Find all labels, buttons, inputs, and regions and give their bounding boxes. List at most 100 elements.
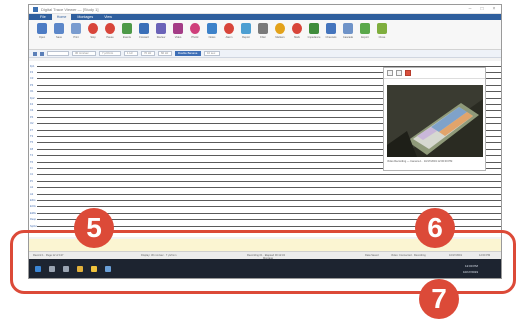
channel-label[interactable]: F8 xyxy=(29,148,37,151)
display-settings-bar: 30 mm/sec 7 µV/mm 1 Hz 70 Hz 60 Hz Double Ban… xyxy=(29,50,501,58)
channel-trace: EKG xyxy=(29,197,501,203)
trace-line xyxy=(37,199,501,201)
display-setting-field[interactable]: 10 sec xyxy=(204,51,220,56)
display-setting-field[interactable]: 30 mm/sec xyxy=(72,51,96,56)
ribbon-button-mark[interactable]: Mark xyxy=(290,22,304,48)
ribbon-button-label: Review xyxy=(156,36,166,39)
page-back-icon[interactable] xyxy=(33,51,37,56)
play-icon[interactable] xyxy=(387,70,393,76)
channel-label[interactable]: T3 xyxy=(29,135,37,138)
camera-settings-icon[interactable] xyxy=(396,70,402,76)
ribbon-button-photic[interactable]: Photic xyxy=(188,22,202,48)
ribbon-button-label: Report xyxy=(242,36,250,39)
video-toolbar xyxy=(384,68,485,79)
channel-label[interactable]: Fz xyxy=(29,167,37,170)
ribbon-button-stop[interactable]: Stop xyxy=(86,22,100,48)
channel-label[interactable]: F4 xyxy=(29,103,37,106)
title-bar: Digital Trace Viewer — [Study 1] – □ × xyxy=(29,5,501,14)
ribbon-button-close[interactable]: Close xyxy=(375,22,389,48)
channel-label[interactable]: Pz xyxy=(29,180,37,183)
ribbon-button-report[interactable]: Report xyxy=(239,22,253,48)
channel-label[interactable]: Resp xyxy=(29,218,37,221)
ribbon-button-cascade[interactable]: Cascade xyxy=(341,22,355,48)
channel-label[interactable]: C3 xyxy=(29,77,37,80)
ribbon-button-label: Save xyxy=(56,36,62,39)
ribbon-button-label: Alarm xyxy=(225,36,233,39)
ribbon-button-video[interactable]: Video xyxy=(171,22,185,48)
save-icon xyxy=(54,23,64,34)
ribbon-button-label: Open xyxy=(38,36,46,39)
channel-label[interactable]: P4 xyxy=(29,116,37,119)
menu-home[interactable]: Home xyxy=(51,14,72,20)
ribbon-button-events[interactable]: Events xyxy=(120,22,134,48)
channel-label[interactable]: EMG xyxy=(29,212,37,215)
minimize-icon[interactable]: – xyxy=(467,6,473,12)
menu-file[interactable]: File xyxy=(35,14,51,20)
close-icon[interactable]: × xyxy=(491,6,497,12)
channel-trace: Pz xyxy=(29,178,501,184)
trace-line xyxy=(37,174,501,176)
channel-label[interactable]: EKG xyxy=(29,199,37,202)
ribbon-button-save[interactable]: Save xyxy=(52,22,66,48)
channel-label[interactable]: T6 xyxy=(29,161,37,164)
menu-montages[interactable]: Montages xyxy=(72,14,98,20)
ribbon-button-forward[interactable]: Forward xyxy=(137,22,151,48)
channel-label[interactable]: T5 xyxy=(29,141,37,144)
ribbon-button-impedance[interactable]: Impedance xyxy=(307,22,321,48)
ribbon-button-channels[interactable]: Channels xyxy=(324,22,338,48)
display-setting-field[interactable]: 60 Hz xyxy=(158,51,172,56)
ribbon-button-label: Events xyxy=(123,36,131,39)
display-setting-field[interactable]: 70 Hz xyxy=(141,51,155,56)
display-setting-field[interactable] xyxy=(47,51,69,56)
callout-badge-5: 5 xyxy=(74,208,114,248)
ribbon-button-markers[interactable]: Markers xyxy=(273,22,287,48)
ribbon-button-label: Mark xyxy=(294,36,300,39)
display-setting-field[interactable]: 7 µV/mm xyxy=(99,51,121,56)
channel-trace: Cz xyxy=(29,172,501,178)
channels-icon xyxy=(326,23,336,34)
window-controls: – □ × xyxy=(467,6,497,12)
channel-label[interactable]: Cz xyxy=(29,173,37,176)
ribbon-button-alarm[interactable]: Alarm xyxy=(222,22,236,48)
events-icon xyxy=(122,23,132,34)
video-caption: Video Recording — Camera 1 · 10/17/2019 … xyxy=(387,160,453,163)
channel-label[interactable]: Fp1 xyxy=(29,65,37,68)
page-forward-icon[interactable] xyxy=(40,51,44,56)
channel-label[interactable]: SpO2 xyxy=(29,225,37,228)
ribbon-button-label: Close xyxy=(378,36,386,39)
channel-label[interactable]: P3 xyxy=(29,84,37,87)
channel-label[interactable]: O1 xyxy=(29,90,37,93)
channel-label[interactable]: O2 xyxy=(29,122,37,125)
channel-label[interactable]: F7 xyxy=(29,129,37,132)
ribbon-button-label: Cascade xyxy=(342,36,354,39)
channel-label[interactable]: EOG xyxy=(29,205,37,208)
trace-line xyxy=(37,193,501,195)
video-panel: Video Recording — Camera 1 · 10/17/2019 … xyxy=(383,67,486,171)
impedance-icon xyxy=(309,23,319,34)
ribbon-button-open[interactable]: Open xyxy=(35,22,49,48)
keyboard-video-image xyxy=(387,85,483,157)
stop-icon xyxy=(88,23,98,34)
markers-icon xyxy=(275,23,285,34)
channel-label[interactable]: T4 xyxy=(29,154,37,157)
pause-icon xyxy=(105,23,115,34)
cascade-icon xyxy=(343,23,353,34)
print-icon xyxy=(71,23,81,34)
channel-trace: A1 xyxy=(29,185,501,191)
ribbon-button-export[interactable]: Export xyxy=(358,22,372,48)
ribbon-button-filter[interactable]: Filter xyxy=(256,22,270,48)
maximize-icon[interactable]: □ xyxy=(479,6,485,12)
menu-view[interactable]: View xyxy=(99,14,117,20)
channel-label[interactable]: F3 xyxy=(29,71,37,74)
channel-label[interactable]: Fp2 xyxy=(29,97,37,100)
ribbon-button-notes[interactable]: Notes xyxy=(205,22,219,48)
ribbon-button-pause[interactable]: Pause xyxy=(103,22,117,48)
ribbon-button-print[interactable]: Print xyxy=(69,22,83,48)
display-setting-field[interactable]: 1 Hz xyxy=(124,51,138,56)
record-icon[interactable] xyxy=(405,70,411,76)
channel-label[interactable]: A1 xyxy=(29,186,37,189)
channel-label[interactable]: A2 xyxy=(29,193,37,196)
channel-label[interactable]: C4 xyxy=(29,109,37,112)
ribbon-button-review[interactable]: Review xyxy=(154,22,168,48)
display-setting-field[interactable]: Double Banana xyxy=(175,51,201,56)
